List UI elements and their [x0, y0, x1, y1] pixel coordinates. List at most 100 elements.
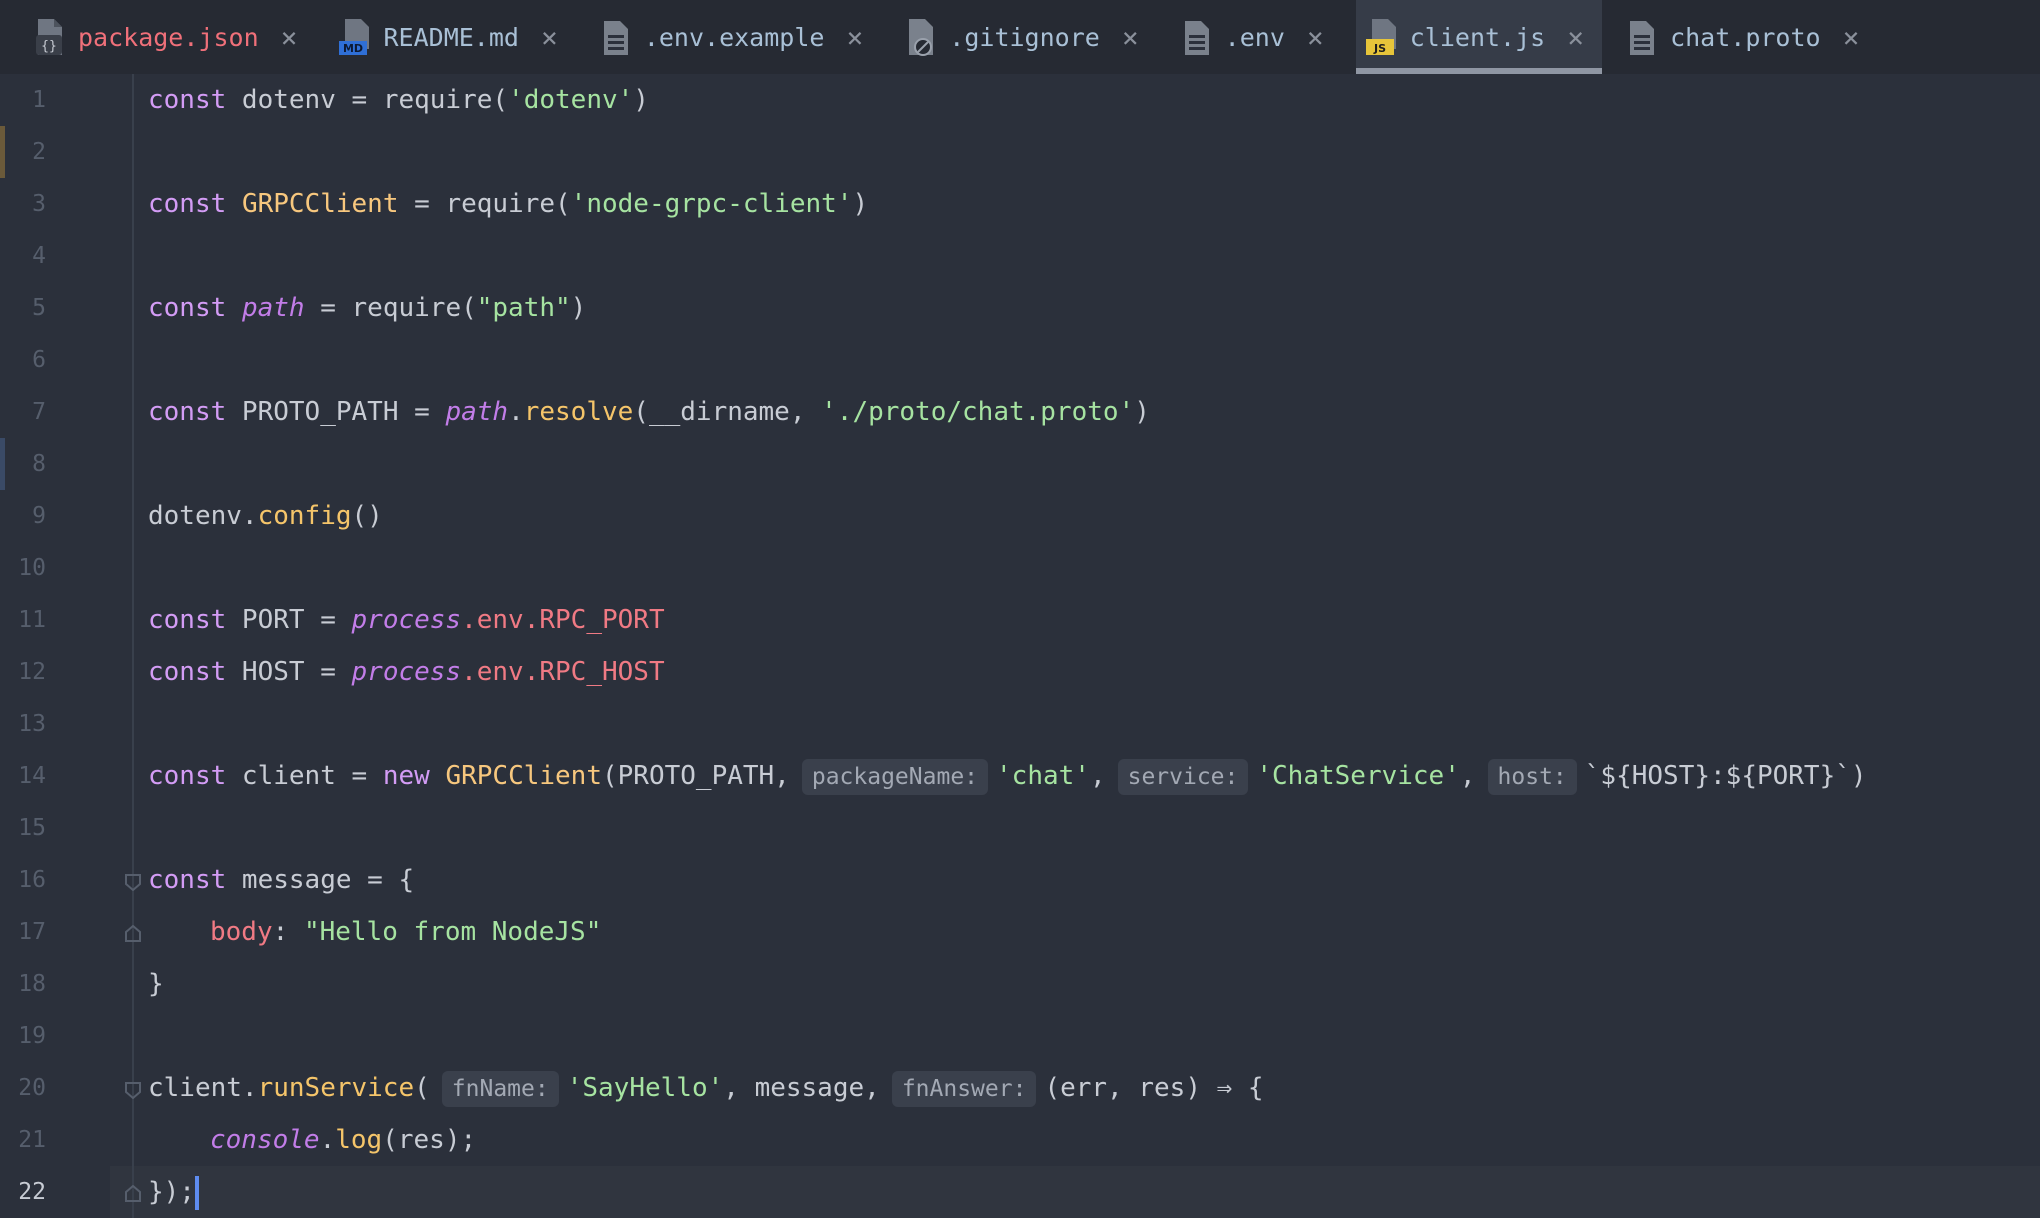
- line-number: 12: [18, 659, 46, 685]
- code-token: :: [272, 917, 304, 947]
- keyword-token: const: [148, 657, 227, 687]
- class-token: GRPCClient: [445, 761, 602, 791]
- svg-text:{}: {}: [41, 39, 57, 54]
- md-badge: MD: [343, 42, 363, 55]
- string-token: 'chat': [996, 761, 1090, 791]
- text-file-icon: [598, 17, 632, 57]
- close-icon[interactable]: ×: [541, 21, 558, 54]
- markdown-file-icon: MD: [337, 17, 371, 57]
- code-token: HOST =: [226, 657, 352, 687]
- line-number: 16: [18, 867, 46, 893]
- line-number: 13: [18, 711, 46, 737]
- fold-icon[interactable]: [124, 924, 142, 943]
- editor-tab-bar: {} package.json × MD README.md × .env.ex…: [0, 0, 2040, 74]
- code-line-9: dotenv.config(): [148, 490, 383, 542]
- string-token: 'SayHello': [566, 1073, 724, 1103]
- string-token: 'dotenv': [508, 85, 634, 115]
- code-line-17: body: "Hello from NodeJS": [210, 906, 601, 958]
- code-token: client.: [148, 1073, 258, 1103]
- code-token: (PROTO_PATH,: [602, 761, 790, 791]
- variable-token: process: [351, 657, 462, 687]
- code-token: (: [414, 1073, 430, 1103]
- close-icon[interactable]: ×: [1567, 21, 1584, 54]
- parameter-hint: service:: [1117, 758, 1249, 795]
- tab-gitignore[interactable]: .gitignore ×: [895, 0, 1156, 74]
- code-line-7: const PROTO_PATH = path.resolve(__dirnam…: [148, 386, 1150, 438]
- function-token: log: [335, 1125, 383, 1155]
- code-token: });: [148, 1177, 195, 1207]
- parameter-hint: fnAnswer:: [891, 1070, 1037, 1107]
- text-file-icon: [1179, 17, 1213, 57]
- string-token: 'ChatService': [1256, 761, 1460, 791]
- fold-icon[interactable]: [124, 1081, 142, 1100]
- close-icon[interactable]: ×: [1843, 21, 1860, 54]
- code-token: dotenv.: [148, 501, 258, 531]
- tab-label: chat.proto: [1670, 22, 1821, 52]
- tab-chat-proto[interactable]: chat.proto ×: [1616, 0, 1877, 74]
- code-line-16: const message = {: [148, 854, 414, 906]
- fold-icon[interactable]: [124, 873, 142, 892]
- property-token: body: [210, 917, 273, 947]
- line-number: 14: [18, 763, 46, 789]
- tab-readme-md[interactable]: MD README.md ×: [329, 0, 575, 74]
- line-number: 6: [32, 347, 46, 373]
- code-token: (res);: [382, 1125, 477, 1155]
- code-token: ,: [1459, 761, 1476, 791]
- code-token: (__dirname,: [633, 397, 822, 427]
- line-number: 10: [18, 555, 46, 581]
- parameter-hint: packageName:: [801, 758, 989, 795]
- code-token: ): [1134, 397, 1150, 427]
- line-number: 19: [18, 1023, 46, 1049]
- property-token: RPC_HOST: [539, 657, 665, 687]
- code-token: dotenv = require(: [226, 85, 509, 115]
- tab-env[interactable]: .env ×: [1171, 0, 1342, 74]
- keyword-token: const: [148, 761, 227, 791]
- tab-package-json[interactable]: {} package.json ×: [24, 0, 315, 74]
- line-number: 4: [32, 243, 46, 269]
- template-string-token: `${HOST}:${PORT}`: [1584, 761, 1851, 791]
- variable-token: console: [210, 1125, 320, 1155]
- code-line-5: const path = require("path"): [148, 282, 586, 334]
- fold-icon[interactable]: [124, 1184, 142, 1203]
- keyword-token: const: [148, 189, 227, 219]
- code-token: , message,: [723, 1073, 880, 1103]
- code-token: = require(: [398, 189, 571, 219]
- variable-token: path: [241, 293, 305, 323]
- tab-label: .env.example: [643, 22, 825, 52]
- line-number: 21: [18, 1127, 46, 1153]
- close-icon[interactable]: ×: [846, 21, 863, 54]
- code-token: PROTO_PATH =: [226, 397, 446, 427]
- close-icon[interactable]: ×: [1122, 21, 1139, 54]
- tab-label: README.md: [383, 22, 519, 52]
- code-token: ): [633, 85, 649, 115]
- keyword-token: new: [382, 761, 430, 791]
- keyword-token: const: [148, 397, 227, 427]
- line-number-gutter[interactable]: 1 2 3 4 5 6 7 8 9 10 11 12 13 14 15 16 1…: [0, 74, 110, 1218]
- code-token: client =: [226, 761, 383, 791]
- code-line-20: client.runService(fnName: 'SayHello', mes…: [148, 1062, 1264, 1114]
- code-line-12: const HOST = process.env.RPC_HOST: [148, 646, 665, 698]
- code-line-1: const dotenv = require('dotenv'): [148, 74, 649, 126]
- code-token: (): [351, 501, 383, 531]
- keyword-token: const: [148, 85, 227, 115]
- gitignore-file-icon: [903, 17, 937, 57]
- string-token: "path": [476, 293, 571, 323]
- code-line-22: });: [148, 1166, 199, 1218]
- line-number: 2: [32, 139, 46, 165]
- code-line-3: const GRPCClient = require('node-grpc-cl…: [148, 178, 868, 230]
- class-token: GRPCClient: [241, 189, 399, 219]
- code-editor[interactable]: 1 2 3 4 5 6 7 8 9 10 11 12 13 14 15 16 1…: [0, 74, 2040, 1218]
- close-icon[interactable]: ×: [281, 21, 298, 54]
- code-line-18: }: [148, 958, 164, 1010]
- code-token: ): [1850, 761, 1867, 791]
- code-line-11: const PORT = process.env.RPC_PORT: [148, 594, 665, 646]
- indent-guide: [132, 74, 134, 1218]
- code-token: ): [570, 293, 587, 323]
- tab-env-example[interactable]: .env.example ×: [590, 0, 881, 74]
- line-number: 15: [18, 815, 46, 841]
- tab-label: client.js: [1409, 22, 1546, 52]
- function-token: resolve: [523, 397, 634, 427]
- tab-client-js[interactable]: JS client.js ×: [1355, 0, 1603, 74]
- close-icon[interactable]: ×: [1307, 21, 1324, 54]
- package-json-icon: {}: [32, 17, 66, 57]
